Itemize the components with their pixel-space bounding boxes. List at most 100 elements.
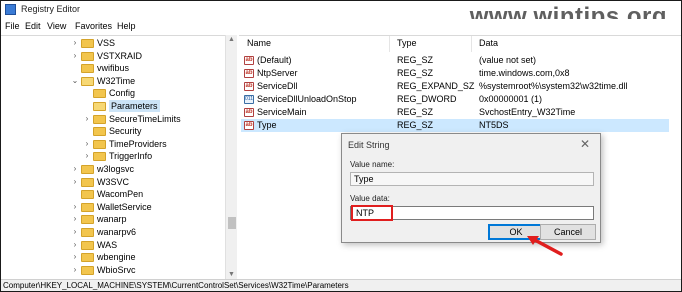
registry-editor-icon: [5, 4, 16, 15]
value-data-text[interactable]: NTP: [351, 205, 393, 221]
value-name-cell: ServiceDll: [257, 81, 298, 91]
tree-item[interactable]: Config: [1, 87, 223, 99]
folder-icon: [93, 89, 106, 99]
column-header-data[interactable]: Data: [479, 38, 498, 48]
value-row[interactable]: 011 ServiceDllUnloadOnStop REG_DWORD 0x0000…: [241, 93, 669, 106]
column-header-name[interactable]: Name: [247, 38, 271, 48]
value-type-cell: REG_SZ: [397, 68, 434, 78]
value-data-cell: SvchostEntry_W32Time: [479, 107, 576, 117]
value-row[interactable]: ab (Default) REG_SZ (value not set): [241, 54, 669, 67]
key-tree-pane: › VSS › VSTXRAID vwifibus ⌄ W32Time Config Param…: [1, 35, 237, 279]
tree-item[interactable]: › WbioSrvc: [1, 264, 223, 276]
column-divider[interactable]: [471, 36, 472, 52]
tree-item[interactable]: WacomPen: [1, 188, 223, 200]
edit-string-dialog: Edit String ✕ Value name: Type Value dat…: [341, 133, 601, 243]
tree-item[interactable]: › WalletService: [1, 201, 223, 213]
tree-item[interactable]: › WAS: [1, 239, 223, 251]
menu-file[interactable]: File: [5, 21, 20, 31]
tree-item-label: vwifibus: [97, 63, 130, 74]
folder-icon: [81, 39, 94, 48]
folder-icon: [81, 215, 94, 225]
column-header-type[interactable]: Type: [397, 38, 417, 48]
dialog-title: Edit String: [348, 140, 390, 150]
value-data-cell: (value not set): [479, 55, 537, 65]
chevron-right-icon[interactable]: ›: [71, 264, 79, 276]
tree-item[interactable]: › TriggerInfo: [1, 150, 223, 162]
value-type-cell: REG_SZ: [397, 107, 434, 117]
folder-icon: [81, 228, 94, 237]
folder-icon: [81, 51, 94, 61]
chevron-right-icon[interactable]: ›: [71, 201, 79, 213]
folder-icon: [93, 114, 106, 124]
value-name-cell: (Default): [257, 55, 292, 65]
tree-item[interactable]: › VSS: [1, 37, 223, 49]
tree-item[interactable]: › VSTXRAID: [1, 50, 223, 62]
value-data-cell: 0x00000001 (1): [479, 94, 543, 104]
folder-icon: [93, 139, 106, 149]
column-divider[interactable]: [389, 36, 390, 52]
menu-bar: File Edit View Favorites Help: [1, 19, 681, 35]
chevron-right-icon[interactable]: ›: [71, 226, 79, 238]
tree-item[interactable]: ⌄ W32Time: [1, 75, 223, 87]
chevron-right-icon[interactable]: ›: [83, 113, 91, 125]
chevron-right-icon[interactable]: ›: [71, 213, 79, 225]
value-name-label: Value name:: [350, 160, 395, 169]
tree-item[interactable]: › wanarpv6: [1, 226, 223, 238]
close-icon[interactable]: ✕: [580, 137, 590, 151]
chevron-right-icon[interactable]: ›: [83, 138, 91, 150]
tree-item[interactable]: › wbengine: [1, 251, 223, 263]
string-value-icon: ab: [244, 108, 254, 117]
menu-edit[interactable]: Edit: [25, 21, 41, 31]
status-bar-path: Computer\HKEY_LOCAL_MACHINE\SYSTEM\Curre…: [1, 279, 681, 291]
scroll-thumb[interactable]: [228, 217, 236, 229]
tree-scrollbar[interactable]: ▲ ▼: [225, 35, 237, 279]
scroll-down-icon[interactable]: ▼: [228, 271, 235, 278]
value-type-cell: REG_DWORD: [397, 94, 457, 104]
value-row[interactable]: ab Type REG_SZ NT5DS: [241, 119, 669, 132]
tree-item[interactable]: › wanarp: [1, 213, 223, 225]
value-type-cell: REG_SZ: [397, 120, 434, 130]
tree-item[interactable]: › W3SVC: [1, 176, 223, 188]
folder-icon: [81, 76, 94, 86]
menu-view[interactable]: View: [47, 21, 66, 31]
tree-item-label: VSTXRAID: [97, 50, 143, 61]
tree-item[interactable]: › SecureTimeLimits: [1, 113, 223, 125]
value-row[interactable]: ab NtpServer REG_SZ time.windows.com,0x8: [241, 67, 669, 80]
string-value-icon: ab: [244, 69, 254, 78]
menu-help[interactable]: Help: [117, 21, 136, 31]
value-row[interactable]: ab ServiceMain REG_SZ SvchostEntry_W32Time: [241, 106, 669, 119]
chevron-right-icon[interactable]: ›: [71, 176, 79, 188]
value-type-cell: REG_EXPAND_SZ: [397, 81, 475, 91]
tree-item[interactable]: Parameters: [1, 100, 223, 112]
value-data-cell: NT5DS: [479, 120, 509, 130]
value-data-input[interactable]: NTP: [350, 205, 594, 221]
tree-item-label: WalletService: [97, 201, 152, 212]
chevron-right-icon[interactable]: ›: [71, 239, 79, 251]
folder-icon: [81, 64, 94, 74]
value-data-label: Value data:: [350, 194, 390, 203]
value-data-cell: %systemroot%\system32\w32time.dll: [479, 81, 628, 91]
scroll-up-icon[interactable]: ▲: [228, 36, 235, 43]
folder-icon: [81, 253, 94, 263]
tree-item-label: wanarp: [97, 214, 127, 225]
tree-item[interactable]: › TimeProviders: [1, 138, 223, 150]
value-name-cell: NtpServer: [257, 68, 298, 78]
value-row[interactable]: ab ServiceDll REG_EXPAND_SZ %systemroot%\sy…: [241, 80, 669, 93]
chevron-right-icon[interactable]: ›: [71, 37, 79, 49]
tree-item-label: w3logsvc: [97, 164, 135, 174]
chevron-right-icon[interactable]: ›: [71, 251, 79, 263]
chevron-right-icon[interactable]: ›: [71, 50, 79, 62]
chevron-right-icon[interactable]: ›: [71, 163, 79, 175]
value-type-cell: REG_SZ: [397, 55, 434, 65]
menu-favorites[interactable]: Favorites: [75, 21, 112, 31]
tree-item-label: Config: [109, 88, 136, 99]
chevron-right-icon[interactable]: ›: [83, 150, 91, 162]
tree-item[interactable]: Security: [1, 125, 223, 137]
tree-item-label: W3SVC: [97, 176, 130, 187]
tree-item[interactable]: › w3logsvc: [1, 163, 223, 175]
expand-down-icon[interactable]: ⌄: [71, 75, 79, 87]
tree-item-label: TriggerInfo: [109, 151, 153, 162]
tree-item-label: SecureTimeLimits: [109, 113, 181, 124]
folder-icon: [81, 177, 94, 187]
tree-item[interactable]: vwifibus: [1, 62, 223, 74]
